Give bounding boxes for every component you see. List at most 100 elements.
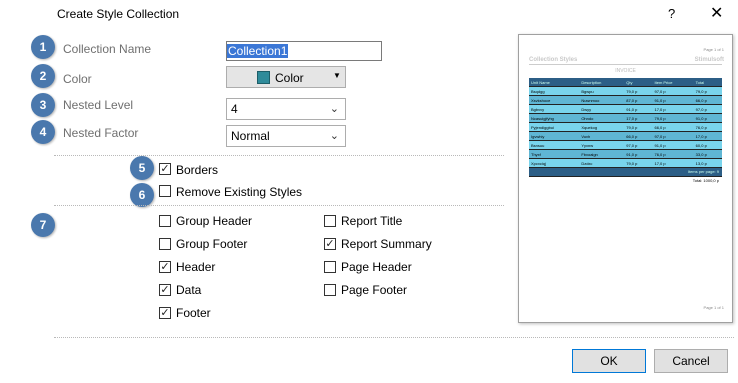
preview-cell: 60,0 p — [693, 140, 722, 150]
preview-cell: 17,0 p — [693, 131, 722, 141]
separator — [54, 337, 734, 338]
preview-cell: 17,0 p — [652, 104, 694, 114]
badge-3: 3 — [31, 93, 55, 117]
preview-total: Total: 1000,0 p — [529, 176, 722, 184]
report-title-label: Report Title — [341, 214, 403, 228]
preview-cell: 91,0 p — [693, 113, 722, 123]
dialog-title: Create Style Collection — [57, 7, 180, 21]
group-footer-label: Group Footer — [176, 237, 248, 251]
preview-rule — [529, 64, 722, 65]
table-row: Igvwhiy Vuvh 66,0 p 97,0 p 17,0 p — [529, 131, 722, 141]
preview-table: Unit Name Description Qty Item Price Tot… — [529, 78, 722, 184]
remove-styles-label: Remove Existing Styles — [176, 185, 303, 199]
preview-cell: 66,0 p — [624, 131, 653, 141]
header-label: Header — [176, 260, 216, 274]
group-header-checkbox[interactable] — [159, 215, 171, 227]
collection-name-value: Collection1 — [227, 44, 289, 58]
preview-cell: Bgbvvy — [529, 104, 580, 114]
footer-checkbox[interactable]: ✓ — [159, 307, 171, 319]
close-button[interactable]: ✕ — [710, 3, 723, 23]
nested-factor-select[interactable]: Normal ⌄ — [226, 125, 346, 147]
preview-cell: 66,0 p — [652, 122, 694, 132]
table-row: Xpcxciqj Dzdxc 79,0 p 17,0 p 13,0 p — [529, 158, 722, 168]
color-label: Color — [63, 72, 92, 86]
preview-cell: Ohndo — [579, 113, 625, 123]
preview-title-left: Collection Styles — [529, 57, 578, 63]
preview-cell: Bsqdgg — [529, 86, 580, 96]
separator — [54, 205, 504, 206]
badge-2: 2 — [31, 64, 55, 88]
table-row: Bgbvvy Dwyy 91,0 p 17,0 p 97,0 p — [529, 104, 722, 114]
preview-cell: Bgwpu — [579, 86, 625, 96]
separator — [54, 155, 504, 156]
borders-checkbox[interactable]: ✓ — [159, 163, 171, 175]
preview-cell: 17,0 p — [624, 113, 653, 123]
footer-label: Footer — [176, 306, 211, 320]
preview-cell: Bsnsuu — [529, 140, 580, 150]
badge-6: 6 — [130, 183, 154, 207]
page-header-checkbox[interactable] — [324, 261, 336, 273]
page-footer-label: Page Footer — [341, 283, 408, 297]
preview-cell: Xquekog — [579, 122, 625, 132]
nested-level-value: 4 — [231, 102, 238, 116]
table-row: Xsvkshoce Nuwnmoo 87,0 p 91,0 p 66,0 p — [529, 95, 722, 105]
preview-cell: Yyxnw — [579, 140, 625, 150]
cancel-button[interactable]: Cancel — [654, 349, 728, 373]
preview-header-cell: Description — [579, 78, 625, 87]
preview-cell: 79,0 p — [624, 86, 653, 96]
preview-cell: 17,0 p — [652, 158, 694, 168]
preview-cell: 91,0 p — [624, 149, 653, 159]
nested-level-select[interactable]: 4 ⌄ — [226, 98, 346, 120]
preview-cell: 79,0 p — [624, 158, 653, 168]
table-row: Ncasuigjfyhg Ohndo 17,0 p 79,0 p 91,0 p — [529, 113, 722, 123]
report-summary-checkbox[interactable]: ✓ — [324, 238, 336, 250]
badge-7: 7 — [31, 213, 55, 237]
preview-cell: Dzdxc — [579, 158, 625, 168]
group-header-label: Group Header — [176, 214, 253, 228]
nested-factor-label: Nested Factor — [63, 126, 139, 140]
report-summary-label: Report Summary — [341, 237, 432, 251]
preview-cell: 66,0 p — [693, 95, 722, 105]
color-dropdown-label: Color — [275, 71, 304, 85]
preview-cell: Dwyy — [579, 104, 625, 114]
data-checkbox[interactable]: ✓ — [159, 284, 171, 296]
color-dropdown[interactable]: Color ▼ — [226, 66, 346, 88]
preview-cell: 76,0 p — [652, 149, 694, 159]
preview-title-right: Stimulsoft — [694, 57, 724, 63]
preview-cell: 97,0 p — [652, 131, 694, 141]
ok-button[interactable]: OK — [572, 349, 646, 373]
color-swatch — [257, 71, 270, 84]
preview-cell: Pyjendiggbui — [529, 122, 580, 132]
collection-name-label: Collection Name — [63, 42, 152, 56]
remove-styles-checkbox[interactable] — [159, 185, 171, 197]
preview-cell: 91,0 p — [652, 95, 694, 105]
page-header-label: Page Header — [341, 260, 412, 274]
table-row: Thyxf Fbxoaign 91,0 p 76,0 p 33,0 p — [529, 149, 722, 159]
badge-5: 5 — [130, 156, 154, 180]
chevron-down-icon: ⌄ — [329, 130, 339, 142]
chevron-down-icon: ⌄ — [329, 103, 339, 115]
preview-header-cell: Unit Name — [529, 78, 580, 87]
preview-cell: Xsvkshoce — [529, 95, 580, 105]
style-preview: Page 1 of 1 Collection Styles Stimulsoft… — [518, 34, 733, 323]
preview-cell: 87,0 p — [624, 95, 653, 105]
table-row: Bsnsuu Yyxnw 97,0 p 91,0 p 60,0 p — [529, 140, 722, 150]
table-row: Pyjendiggbui Xquekog 79,0 p 66,0 p 76,0 p — [529, 122, 722, 132]
preview-cell: 79,0 p — [624, 122, 653, 132]
preview-cell: 76,0 p — [693, 122, 722, 132]
report-title-checkbox[interactable] — [324, 215, 336, 227]
preview-header-cell: Qty — [624, 78, 653, 87]
help-button[interactable]: ? — [668, 6, 675, 21]
page-footer-checkbox[interactable] — [324, 284, 336, 296]
preview-cell: 91,0 p — [652, 140, 694, 150]
preview-cell: Thyxf — [529, 149, 580, 159]
header-checkbox[interactable]: ✓ — [159, 261, 171, 273]
preview-invoice: INVOICE — [615, 68, 636, 74]
preview-cell: Fbxoaign — [579, 149, 625, 159]
preview-cell: 13,0 p — [693, 158, 722, 168]
badge-1: 1 — [31, 35, 55, 59]
collection-name-input[interactable]: Collection1 — [226, 41, 382, 61]
data-label: Data — [176, 283, 202, 297]
group-footer-checkbox[interactable] — [159, 238, 171, 250]
preview-cell: 91,0 p — [624, 104, 653, 114]
